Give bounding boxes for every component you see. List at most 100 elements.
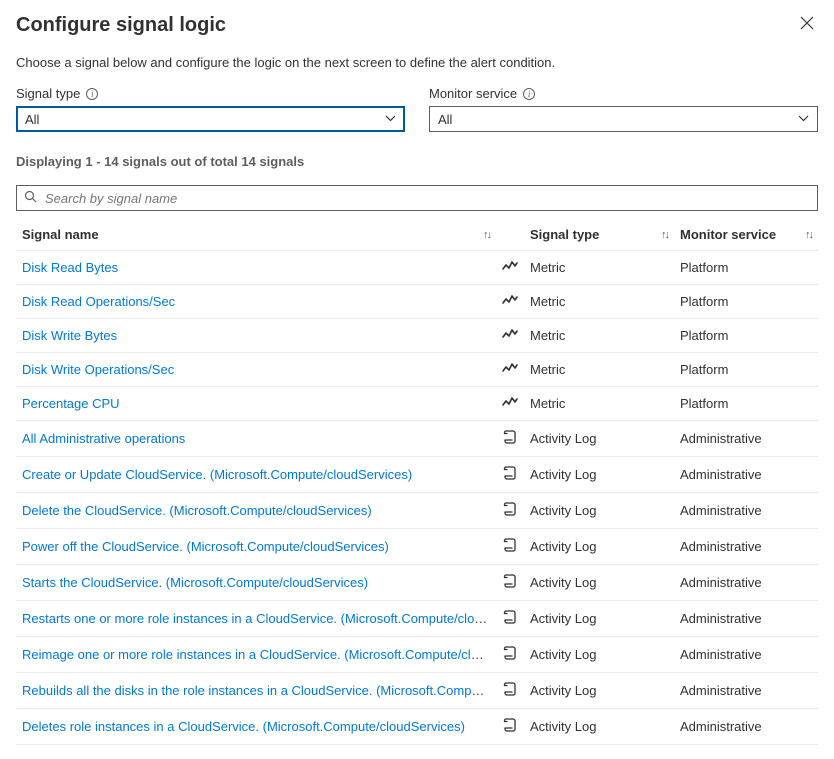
table-row: Disk Read Operations/Sec MetricPlatform [16, 285, 818, 319]
info-icon[interactable]: i [86, 88, 98, 100]
monitor-service-cell: Administrative [674, 601, 818, 637]
table-row: Disk Read Bytes MetricPlatform [16, 251, 818, 285]
col-header-service-text: Monitor service [680, 227, 776, 242]
signal-type-cell: Activity Log [524, 709, 674, 745]
activitylog-icon [502, 609, 518, 628]
monitor-service-label: Monitor service i [429, 86, 818, 101]
sort-icon: ↑↓ [805, 229, 812, 241]
signal-type-cell: Activity Log [524, 565, 674, 601]
signal-link[interactable]: Power off the CloudService. (Microsoft.C… [22, 539, 389, 554]
table-row: Delete the CloudService. (Microsoft.Comp… [16, 493, 818, 529]
monitor-service-cell: Administrative [674, 457, 818, 493]
activitylog-icon [502, 573, 518, 592]
table-row: Deletes role instances in a CloudService… [16, 709, 818, 745]
chevron-down-icon [385, 113, 396, 125]
signals-table: Signal name ↑↓ Signal type ↑↓ Monitor se… [16, 219, 818, 745]
activitylog-icon [502, 645, 518, 664]
signal-type-cell: Metric [524, 251, 674, 285]
monitor-service-cell: Administrative [674, 637, 818, 673]
info-icon[interactable]: i [523, 88, 535, 100]
signal-link[interactable]: Restarts one or more role instances in a… [22, 611, 496, 626]
signal-type-label: Signal type i [16, 86, 405, 101]
signal-link[interactable]: Disk Write Operations/Sec [22, 362, 174, 377]
chevron-down-icon [798, 113, 809, 125]
metric-icon [502, 327, 518, 344]
signal-type-cell: Metric [524, 387, 674, 421]
signal-link[interactable]: Create or Update CloudService. (Microsof… [22, 467, 412, 482]
signal-link[interactable]: Disk Read Operations/Sec [22, 294, 175, 309]
activitylog-icon [502, 429, 518, 448]
signal-type-select[interactable]: All [16, 106, 405, 132]
signal-link[interactable]: Disk Write Bytes [22, 328, 117, 343]
page-title: Configure signal logic [16, 14, 226, 37]
table-row: Disk Write Operations/Sec MetricPlatform [16, 353, 818, 387]
sort-icon: ↑↓ [483, 229, 490, 241]
sort-icon: ↑↓ [661, 229, 668, 241]
signal-type-cell: Metric [524, 319, 674, 353]
search-box[interactable] [16, 185, 818, 211]
signal-link[interactable]: Disk Read Bytes [22, 260, 118, 275]
table-row: Create or Update CloudService. (Microsof… [16, 457, 818, 493]
metric-icon [502, 293, 518, 310]
signal-type-cell: Metric [524, 285, 674, 319]
monitor-service-label-text: Monitor service [429, 86, 517, 101]
table-row: Starts the CloudService. (Microsoft.Comp… [16, 565, 818, 601]
monitor-service-cell: Administrative [674, 565, 818, 601]
table-row: Power off the CloudService. (Microsoft.C… [16, 529, 818, 565]
monitor-service-cell: Platform [674, 353, 818, 387]
table-row: All Administrative operations Activity Lo… [16, 421, 818, 457]
monitor-service-cell: Administrative [674, 529, 818, 565]
col-header-name-text: Signal name [22, 227, 99, 242]
signal-link[interactable]: Deletes role instances in a CloudService… [22, 719, 465, 734]
result-count: Displaying 1 - 14 signals out of total 1… [16, 154, 818, 169]
signal-type-value: All [25, 112, 39, 127]
col-header-icon [496, 219, 524, 251]
monitor-service-cell: Administrative [674, 421, 818, 457]
activitylog-icon [502, 717, 518, 736]
activitylog-icon [502, 465, 518, 484]
activitylog-icon [502, 681, 518, 700]
monitor-service-cell: Platform [674, 319, 818, 353]
activitylog-icon [502, 537, 518, 556]
page-subtitle: Choose a signal below and configure the … [16, 55, 818, 70]
signal-type-cell: Activity Log [524, 673, 674, 709]
signal-type-cell: Activity Log [524, 637, 674, 673]
signal-link[interactable]: Percentage CPU [22, 396, 120, 411]
table-row: Disk Write Bytes MetricPlatform [16, 319, 818, 353]
signal-link[interactable]: Starts the CloudService. (Microsoft.Comp… [22, 575, 368, 590]
table-row: Reimage one or more role instances in a … [16, 637, 818, 673]
monitor-service-value: All [438, 112, 452, 127]
table-row: Rebuilds all the disks in the role insta… [16, 673, 818, 709]
signal-link[interactable]: Delete the CloudService. (Microsoft.Comp… [22, 503, 372, 518]
table-row: Restarts one or more role instances in a… [16, 601, 818, 637]
signal-type-cell: Activity Log [524, 421, 674, 457]
monitor-service-cell: Administrative [674, 673, 818, 709]
signal-link[interactable]: All Administrative operations [22, 431, 185, 446]
monitor-service-select[interactable]: All [429, 106, 818, 132]
metric-icon [502, 259, 518, 276]
search-input[interactable] [43, 190, 810, 207]
table-row: Percentage CPUMetricPlatform [16, 387, 818, 421]
signal-type-cell: Activity Log [524, 457, 674, 493]
monitor-service-cell: Administrative [674, 493, 818, 529]
col-header-service[interactable]: Monitor service ↑↓ [674, 219, 818, 251]
search-icon [24, 190, 37, 206]
monitor-service-cell: Platform [674, 251, 818, 285]
monitor-service-cell: Platform [674, 285, 818, 319]
close-button[interactable] [796, 14, 818, 36]
col-header-type[interactable]: Signal type ↑↓ [524, 219, 674, 251]
metric-icon [502, 361, 518, 378]
signal-type-cell: Activity Log [524, 493, 674, 529]
signal-link[interactable]: Reimage one or more role instances in a … [22, 647, 496, 662]
close-icon [800, 17, 814, 34]
signal-type-cell: Metric [524, 353, 674, 387]
signal-link[interactable]: Rebuilds all the disks in the role insta… [22, 683, 496, 698]
activitylog-icon [502, 501, 518, 520]
col-header-name[interactable]: Signal name ↑↓ [16, 219, 496, 251]
monitor-service-cell: Administrative [674, 709, 818, 745]
signal-type-cell: Activity Log [524, 529, 674, 565]
signal-type-label-text: Signal type [16, 86, 80, 101]
col-header-type-text: Signal type [530, 227, 599, 242]
metric-icon [502, 395, 518, 412]
signal-type-cell: Activity Log [524, 601, 674, 637]
